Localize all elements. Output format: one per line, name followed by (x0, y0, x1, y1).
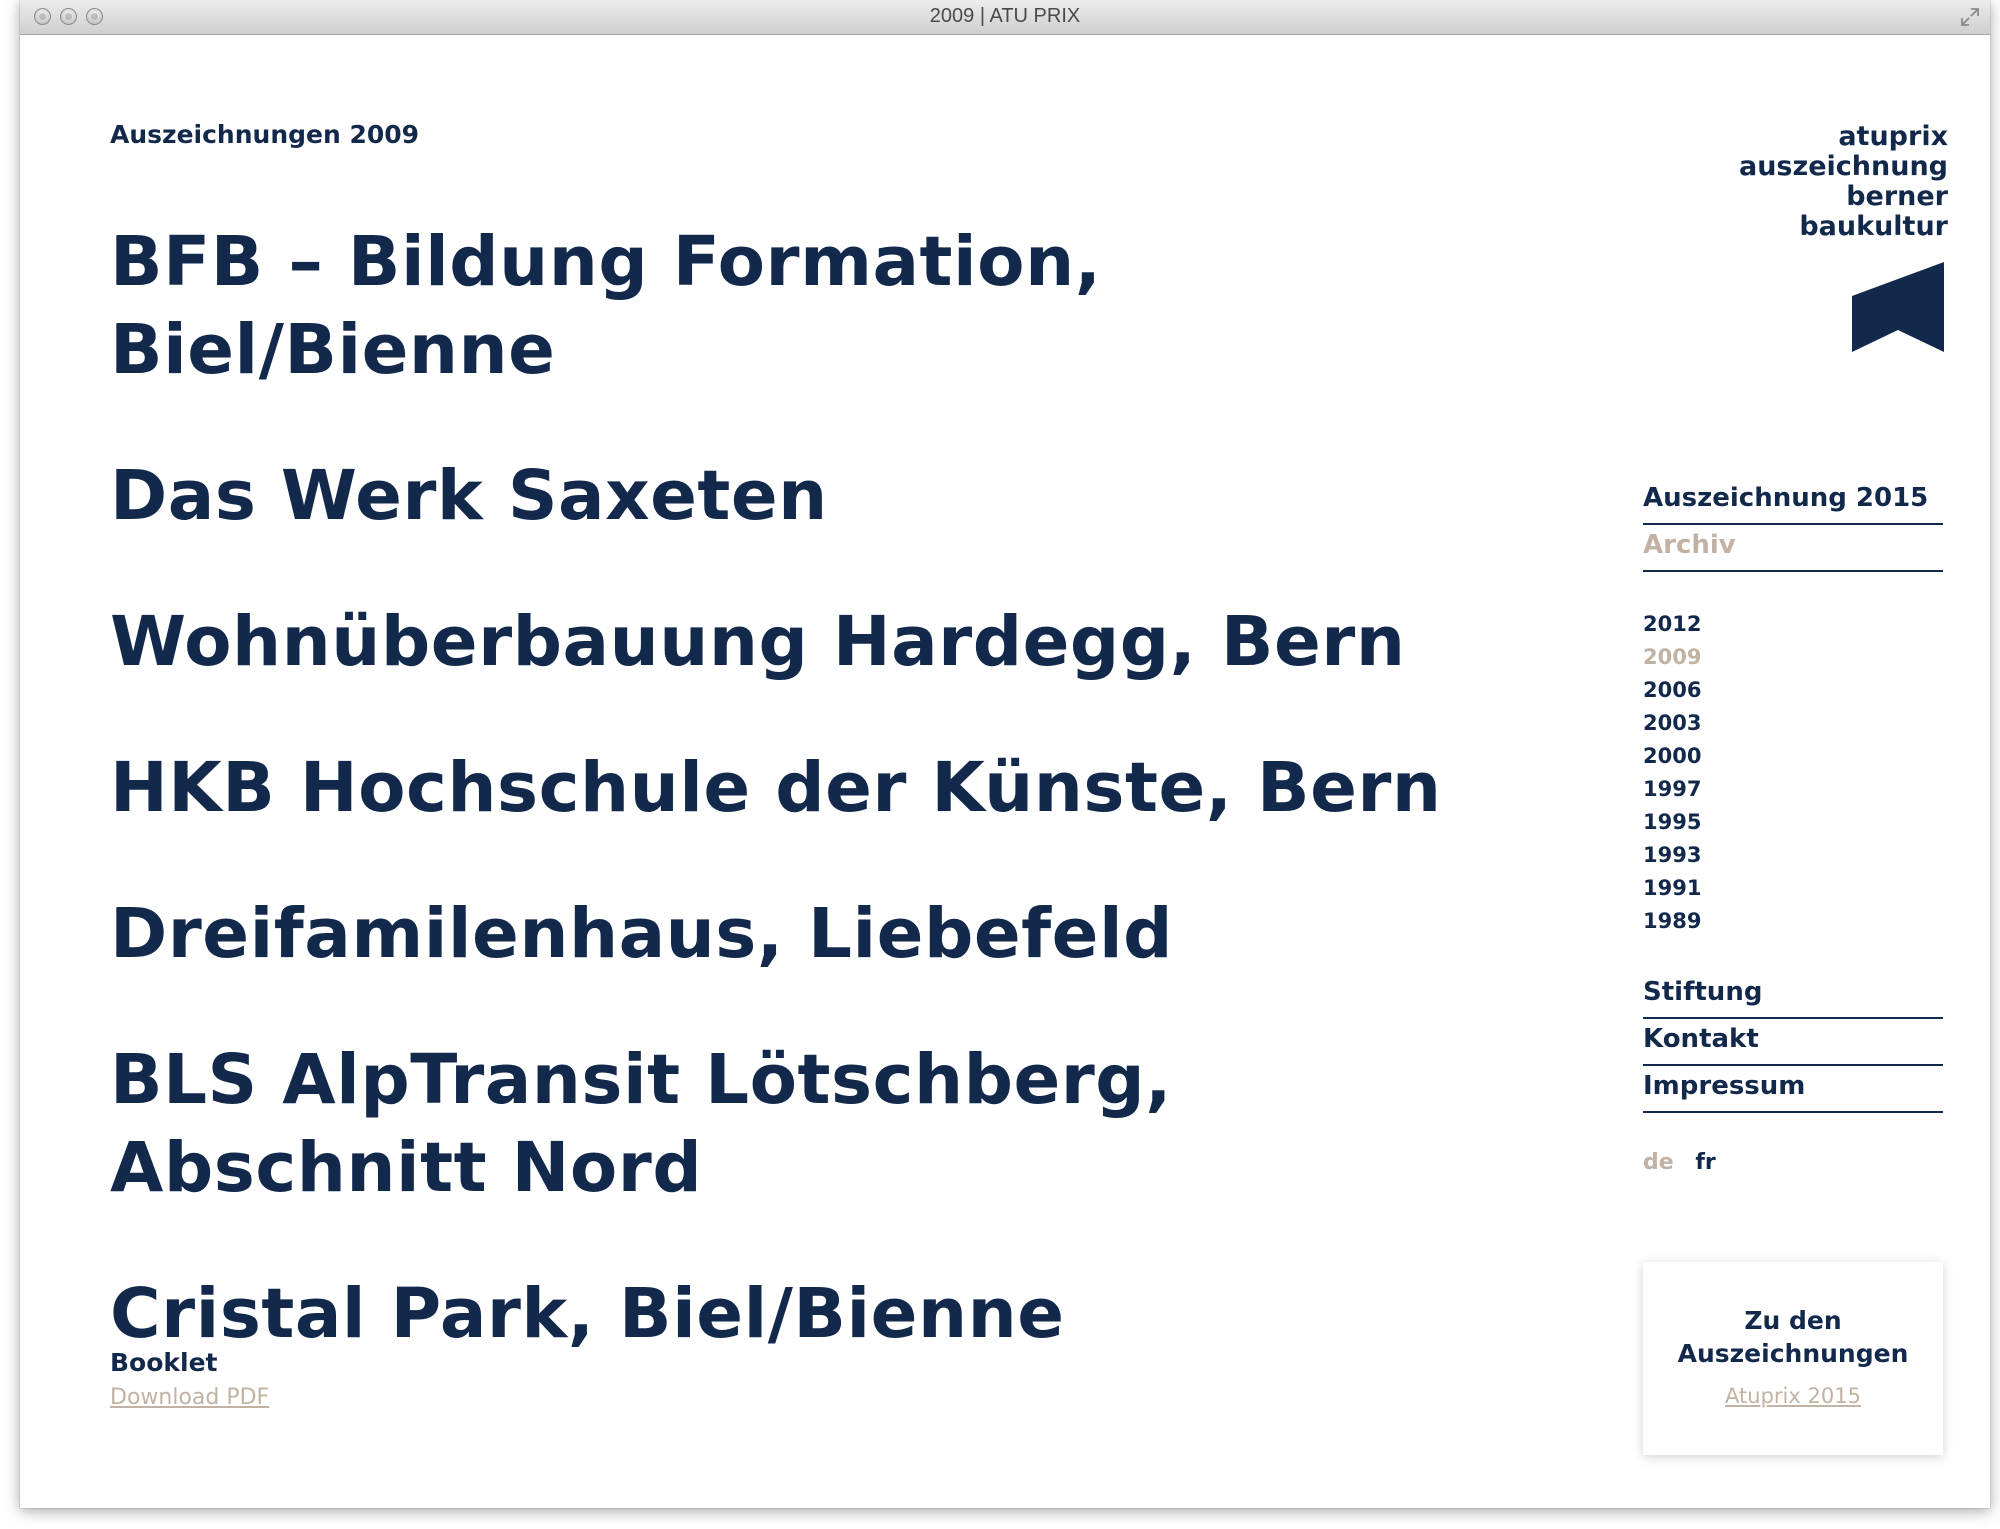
year-link[interactable]: 2006 (1643, 674, 1701, 707)
year-link[interactable]: 2012 (1643, 608, 1701, 641)
promo-title-line: Zu den (1744, 1306, 1842, 1335)
language-switcher: de fr (1643, 1150, 1730, 1175)
year-link[interactable]: 1993 (1643, 839, 1701, 872)
browser-window: 2009 | ATU PRIX Auszeichnungen 2009 BFB … (20, 0, 1990, 1508)
nav-item-impressum[interactable]: Impressum (1643, 1068, 1943, 1113)
nav-item-auszeichnung-2015[interactable]: Auszeichnung 2015 (1643, 480, 1943, 525)
secondary-nav: Stiftung Kontakt Impressum (1643, 974, 1943, 1115)
nav-item-archiv[interactable]: Archiv (1643, 527, 1943, 572)
project-link[interactable]: Wohnüberbauung Hardegg, Bern (110, 598, 1530, 686)
language-de[interactable]: de (1643, 1150, 1674, 1175)
promo-link[interactable]: Atuprix 2015 (1725, 1384, 1861, 1408)
promo-card[interactable]: Zu den Auszeichnungen Atuprix 2015 (1643, 1262, 1943, 1455)
year-link[interactable]: 2003 (1643, 707, 1701, 740)
project-link[interactable]: Cristal Park, Biel/Bienne (110, 1270, 1530, 1358)
booklet-heading: Booklet (110, 1348, 218, 1377)
page-kicker: Auszeichnungen 2009 (110, 120, 420, 149)
logo-flag-icon[interactable] (1852, 262, 1944, 352)
logo-line: berner (1846, 181, 1948, 212)
project-link[interactable]: Dreifamilenhaus, Liebefeld (110, 890, 1530, 978)
logo-line: atuprix (1838, 121, 1948, 152)
language-fr[interactable]: fr (1695, 1150, 1715, 1175)
year-link[interactable]: 1995 (1643, 806, 1701, 839)
project-link[interactable]: BFB – Bildung Formation, Biel/Bienne (110, 218, 1530, 394)
year-link[interactable]: 2000 (1643, 740, 1701, 773)
primary-nav: Auszeichnung 2015 Archiv (1643, 480, 1943, 574)
fullscreen-icon[interactable] (1960, 7, 1980, 27)
year-link-current[interactable]: 2009 (1643, 641, 1701, 674)
project-link[interactable]: HKB Hochschule der Künste, Bern (110, 744, 1530, 832)
year-link[interactable]: 1997 (1643, 773, 1701, 806)
promo-title-line: Auszeichnungen (1677, 1339, 1909, 1368)
nav-item-stiftung[interactable]: Stiftung (1643, 974, 1943, 1019)
project-link[interactable]: Das Werk Saxeten (110, 452, 1530, 540)
project-list: BFB – Bildung Formation, Biel/Bienne Das… (110, 218, 1530, 1416)
logo-wordmark[interactable]: atuprix auszeichnung berner baukultur (1739, 122, 1948, 242)
year-link[interactable]: 1991 (1643, 872, 1701, 905)
title-bar: 2009 | ATU PRIX (20, 0, 1990, 35)
project-link[interactable]: BLS AlpTransit Lötschberg, Abschnitt Nor… (110, 1036, 1530, 1212)
year-list: 2012 2009 2006 2003 2000 1997 1995 1993 … (1643, 608, 1701, 938)
nav-item-kontakt[interactable]: Kontakt (1643, 1021, 1943, 1066)
window-title: 2009 | ATU PRIX (929, 5, 1081, 27)
logo-line: baukultur (1799, 211, 1948, 242)
logo-line: auszeichnung (1738, 151, 1948, 182)
download-pdf-link[interactable]: Download PDF (110, 1385, 269, 1410)
promo-title: Zu den Auszeichnungen (1643, 1304, 1943, 1370)
year-link[interactable]: 1989 (1643, 905, 1701, 938)
